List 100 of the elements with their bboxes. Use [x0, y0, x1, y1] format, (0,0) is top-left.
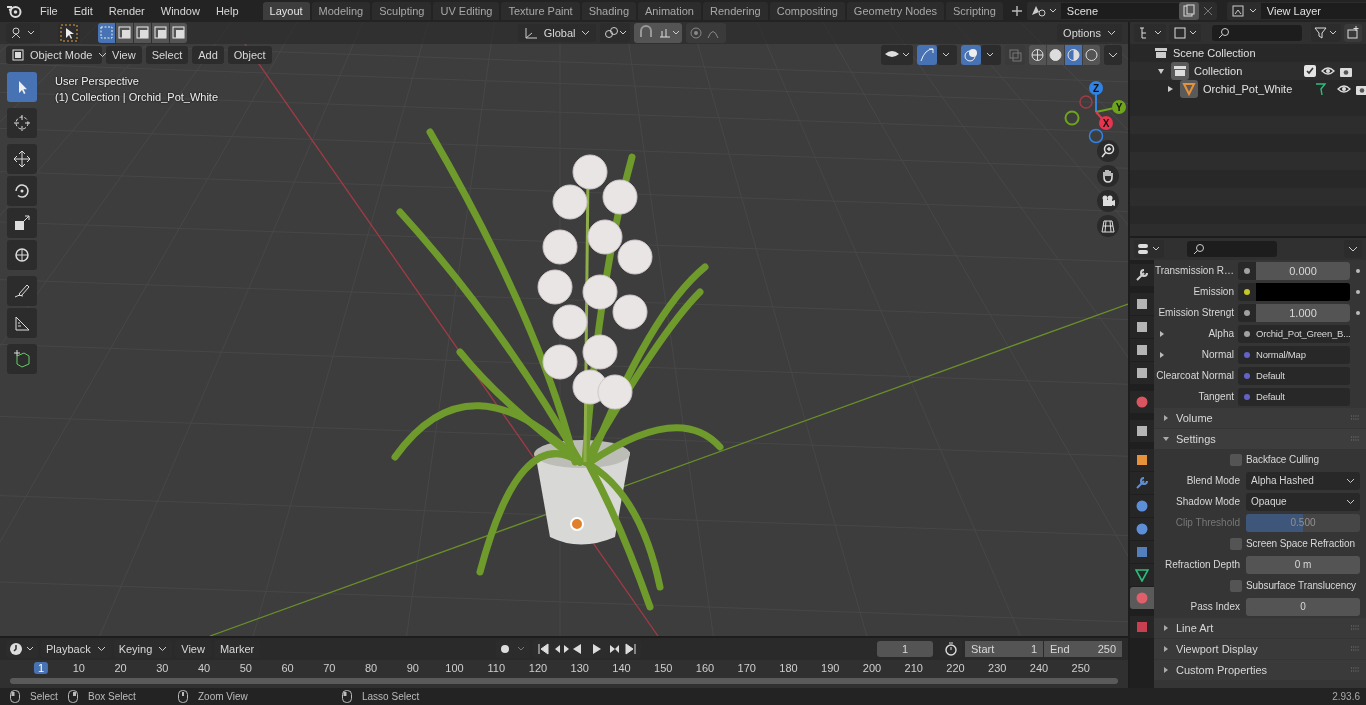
workspace-tab[interactable]: Texture Paint [501, 2, 580, 20]
timeline-scrollbar[interactable] [10, 678, 1118, 684]
linked-input-field[interactable]: Orchid_Pot_Green_B... [1238, 324, 1350, 343]
workspace-tab[interactable]: Scripting [946, 2, 1003, 20]
properties-tab[interactable] [1130, 264, 1154, 286]
outliner-item[interactable]: Collection [1194, 65, 1243, 77]
menu-item[interactable]: View [106, 46, 142, 64]
transform-orientation-dropdown[interactable]: Global [517, 24, 597, 42]
menu-item[interactable]: Render [100, 5, 153, 17]
properties-tab[interactable] [1130, 472, 1154, 494]
tool-button[interactable] [7, 208, 37, 238]
selection-mode-icon[interactable] [116, 23, 133, 43]
outliner-item[interactable]: Scene Collection [1173, 47, 1256, 59]
drag-handle-icon[interactable] [1350, 415, 1360, 421]
visibility-icon[interactable] [881, 45, 913, 65]
selection-mode-icon[interactable] [152, 23, 169, 43]
end-frame-field[interactable]: End 250 [1044, 641, 1122, 657]
checkbox[interactable] [1230, 453, 1242, 466]
options-dropdown[interactable]: Options [1057, 24, 1122, 42]
shading-mode-icon[interactable] [1083, 45, 1100, 65]
checkbox-label[interactable]: Subsurface Translucency [1246, 580, 1356, 591]
selection-mode-icon[interactable] [134, 23, 151, 43]
potted-orchid-drawing[interactable] [391, 128, 724, 611]
panel-header[interactable]: Volume [1154, 408, 1366, 428]
menu-item[interactable]: File [32, 5, 66, 17]
proportional-editing-icon[interactable] [686, 23, 727, 43]
menu-item[interactable]: Help [207, 5, 247, 17]
keyframe-dot-icon[interactable] [1356, 310, 1360, 315]
disclosure-triangle-icon[interactable] [1158, 350, 1166, 359]
color-field[interactable] [1238, 282, 1350, 301]
scene-name-field[interactable]: Scene [1060, 3, 1179, 19]
overlay-toggle-icon[interactable] [961, 45, 1001, 65]
panel-header[interactable]: Line Art [1154, 618, 1366, 638]
shading-mode-icon[interactable] [1047, 45, 1064, 65]
view-layer-name-field[interactable]: View Layer [1260, 3, 1366, 19]
properties-tab[interactable] [1130, 495, 1154, 517]
disclosure-triangle-icon[interactable] [1156, 66, 1166, 76]
camera-icon[interactable] [1097, 190, 1119, 212]
axis-gizmo[interactable]: Z Y X [1050, 76, 1128, 146]
tool-button[interactable] [7, 240, 37, 270]
checkbox[interactable] [1230, 537, 1242, 550]
properties-tab[interactable] [1130, 339, 1154, 361]
hand-icon[interactable] [1097, 165, 1119, 187]
current-frame-field[interactable]: 1 [877, 641, 933, 657]
workspace-tab[interactable]: Geometry Nodes [846, 2, 944, 20]
panel-header[interactable]: Settings [1154, 429, 1366, 449]
properties-tab[interactable] [1130, 449, 1154, 471]
start-frame-field[interactable]: Start 1 [965, 641, 1043, 657]
properties-tab[interactable] [1130, 518, 1154, 540]
linked-input-field[interactable]: Normal/Map [1238, 345, 1350, 364]
properties-tab[interactable] [1130, 362, 1154, 384]
drag-handle-icon[interactable] [1350, 436, 1360, 442]
menu-item[interactable]: Object [227, 46, 272, 64]
eye-icon[interactable] [1337, 84, 1352, 94]
shading-options-icon[interactable] [1104, 45, 1122, 65]
checkbox[interactable] [1230, 579, 1242, 592]
number-field[interactable]: 0.000 [1238, 261, 1350, 280]
blender-logo-icon[interactable] [6, 4, 22, 18]
new-collection-icon[interactable] [1344, 24, 1362, 42]
drag-handle-icon[interactable] [1350, 667, 1360, 673]
snap-icon[interactable] [634, 23, 683, 43]
workspace-tab[interactable]: Layout [262, 2, 310, 20]
eye-icon[interactable] [1321, 66, 1335, 76]
workspace-tab[interactable]: Animation [638, 2, 701, 20]
outliner-item[interactable]: Orchid_Pot_White [1203, 83, 1293, 95]
panel-header[interactable]: Viewport Display [1154, 639, 1366, 659]
shading-mode-icon[interactable] [1029, 45, 1046, 65]
linked-input-field[interactable]: Default [1238, 366, 1350, 385]
shading-mode-icon[interactable] [1065, 45, 1082, 65]
properties-tab[interactable] [1130, 293, 1154, 315]
properties-tab[interactable] [1130, 316, 1154, 338]
3d-viewport[interactable]: Global Options Object Mode View Select Add Object User Perspective (1) Collection | Orchid_Pot_White Z Y X [0, 22, 1128, 636]
camera-icon[interactable] [1340, 65, 1352, 77]
linked-input-field[interactable]: Default [1238, 387, 1350, 406]
keyframe-dot-icon[interactable] [1356, 289, 1360, 294]
tool-button[interactable] [7, 72, 37, 102]
checkbox-label[interactable]: Backface Culling [1246, 454, 1319, 465]
number-field[interactable]: 0 [1246, 597, 1360, 616]
drag-handle-icon[interactable] [1350, 625, 1360, 631]
camera-icon[interactable] [1356, 83, 1366, 95]
checkbox-label[interactable]: Screen Space Refraction [1246, 538, 1355, 549]
workspace-tab[interactable]: Rendering [702, 2, 768, 20]
properties-tab[interactable] [1130, 420, 1154, 442]
drag-handle-icon[interactable] [1350, 646, 1360, 652]
workspace-tab[interactable]: Modeling [311, 2, 371, 20]
workspace-tab[interactable]: Sculpting [372, 2, 432, 20]
grid-icon[interactable] [1097, 215, 1119, 237]
copy-icon[interactable] [1178, 2, 1199, 20]
workspace-tab[interactable]: Compositing [769, 2, 845, 20]
tool-button[interactable] [7, 144, 37, 174]
tool-button[interactable] [7, 176, 37, 206]
zoom-icon[interactable] [1097, 140, 1119, 162]
disclosure-triangle-icon[interactable] [1158, 329, 1166, 338]
tool-button[interactable] [7, 344, 37, 374]
mesh-data-icon[interactable] [1315, 82, 1328, 96]
workspace-tab[interactable]: Shading [581, 2, 637, 20]
dropdown-field[interactable]: Opaque [1246, 492, 1360, 511]
workspace-tab[interactable]: UV Editing [433, 2, 500, 20]
select-tool-icon[interactable] [58, 23, 80, 43]
properties-tab[interactable] [1130, 564, 1154, 586]
